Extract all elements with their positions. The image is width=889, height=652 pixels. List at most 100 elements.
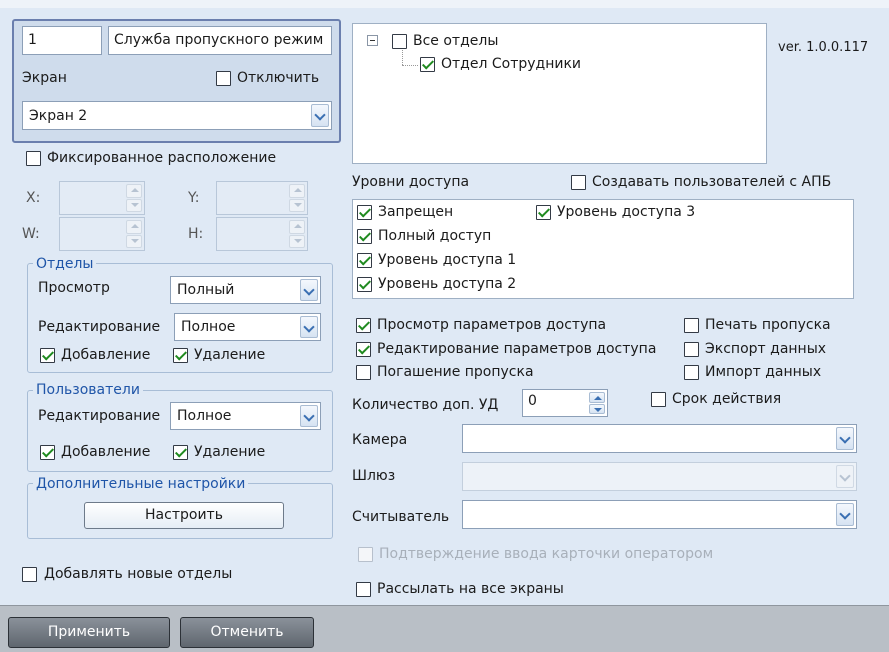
import-data-label: Импорт данных bbox=[705, 364, 822, 380]
access-level-label: Уровень доступа 1 bbox=[378, 252, 517, 268]
send-all-screens-checkbox[interactable] bbox=[356, 582, 371, 597]
spin-down-icon[interactable] bbox=[289, 198, 305, 212]
print-pass-checkbox[interactable] bbox=[684, 318, 699, 333]
chevron-down-icon[interactable] bbox=[836, 503, 854, 526]
departments-view-select[interactable]: Полный bbox=[170, 276, 321, 304]
departments-delete-label: Удаление bbox=[194, 347, 266, 363]
users-delete-label: Удаление bbox=[194, 444, 266, 460]
disable-checkbox[interactable] bbox=[216, 71, 231, 86]
disable-label: Отключить bbox=[237, 70, 320, 86]
departments-edit-label: Редактирование bbox=[38, 319, 161, 335]
spin-up-icon[interactable] bbox=[126, 184, 142, 198]
camera-select[interactable] bbox=[462, 424, 857, 453]
spin-down-icon[interactable] bbox=[289, 234, 305, 248]
departments-title: Отделы bbox=[33, 256, 97, 272]
chevron-down-icon[interactable] bbox=[300, 316, 318, 338]
y-spinner[interactable] bbox=[216, 181, 308, 215]
x-spinner[interactable] bbox=[59, 181, 145, 215]
users-add-label: Добавление bbox=[61, 444, 151, 460]
minus-icon bbox=[370, 40, 375, 41]
version-label: ver. 1.0.0.117 bbox=[778, 40, 869, 55]
access-level-checkbox[interactable] bbox=[357, 229, 372, 244]
chevron-down-icon[interactable] bbox=[836, 427, 854, 450]
chevron-down-icon[interactable] bbox=[311, 104, 329, 127]
spin-down-icon[interactable] bbox=[126, 198, 142, 212]
y-label: Y: bbox=[188, 190, 200, 206]
x-label: X: bbox=[26, 190, 41, 206]
confirm-card-label: Подтверждение ввода карточки оператором bbox=[379, 546, 714, 562]
validity-label: Срок действия bbox=[672, 391, 782, 407]
spin-up-icon[interactable] bbox=[289, 184, 305, 198]
extra-id-label: Количество доп. УД bbox=[352, 397, 499, 413]
edit-access-params-checkbox[interactable] bbox=[356, 342, 371, 357]
extra-id-spinner[interactable]: 0 bbox=[522, 389, 608, 417]
spin-down-icon[interactable] bbox=[589, 403, 605, 414]
all-departments-checkbox[interactable] bbox=[392, 34, 407, 49]
id-input[interactable]: 1 bbox=[22, 26, 102, 55]
departments-edit-select[interactable]: Полное bbox=[174, 313, 321, 341]
reader-label: Считыватель bbox=[352, 509, 450, 525]
access-level-label: Уровень доступа 2 bbox=[378, 276, 517, 292]
export-data-checkbox[interactable] bbox=[684, 342, 699, 357]
departments-view-value: Полный bbox=[177, 282, 235, 298]
send-all-screens-label: Рассылать на все экраны bbox=[377, 581, 564, 597]
access-level-checkbox[interactable] bbox=[357, 205, 372, 220]
validity-checkbox[interactable] bbox=[651, 392, 666, 407]
users-edit-value: Полное bbox=[177, 408, 232, 424]
edit-access-params-label: Редактирование параметров доступа bbox=[377, 341, 657, 357]
camera-label: Камера bbox=[352, 432, 408, 448]
name-input[interactable]: Служба пропускного режим bbox=[108, 26, 332, 55]
extra-settings-title: Дополнительные настройки bbox=[33, 476, 249, 492]
users-add-checkbox[interactable] bbox=[40, 445, 55, 460]
access-level-label: Запрещен bbox=[378, 204, 454, 220]
create-apb-checkbox[interactable] bbox=[571, 175, 586, 190]
screen-label: Экран bbox=[22, 70, 67, 86]
users-title: Пользователи bbox=[33, 382, 143, 398]
chevron-down-icon[interactable] bbox=[300, 279, 318, 301]
spin-up-icon[interactable] bbox=[126, 220, 142, 234]
departments-edit-value: Полное bbox=[181, 319, 236, 335]
gateway-select[interactable] bbox=[462, 462, 857, 491]
create-apb-label: Создавать пользователей с АПБ bbox=[592, 174, 832, 190]
h-label: H: bbox=[188, 226, 204, 242]
users-delete-checkbox[interactable] bbox=[173, 445, 188, 460]
access-levels-title: Уровни доступа bbox=[352, 174, 470, 190]
view-access-params-checkbox[interactable] bbox=[356, 318, 371, 333]
access-level-label: Полный доступ bbox=[378, 228, 492, 244]
all-departments-label[interactable]: Все отделы bbox=[413, 33, 498, 49]
spin-up-icon[interactable] bbox=[289, 220, 305, 234]
add-new-departments-label: Добавлять новые отделы bbox=[44, 566, 233, 582]
configure-button[interactable]: Настроить bbox=[84, 502, 284, 529]
employees-department-label[interactable]: Отдел Сотрудники bbox=[441, 56, 581, 72]
departments-add-label: Добавление bbox=[61, 347, 151, 363]
cancel-button[interactable]: Отменить bbox=[180, 617, 314, 648]
fixed-position-label: Фиксированное расположение bbox=[47, 150, 277, 166]
import-data-checkbox[interactable] bbox=[684, 365, 699, 380]
cancel-pass-checkbox[interactable] bbox=[356, 365, 371, 380]
access-level-label: Уровень доступа 3 bbox=[557, 204, 696, 220]
spin-up-icon[interactable] bbox=[589, 392, 605, 403]
w-spinner[interactable] bbox=[59, 217, 145, 251]
h-spinner[interactable] bbox=[216, 217, 308, 251]
departments-view-label: Просмотр bbox=[38, 280, 110, 296]
add-new-departments-checkbox[interactable] bbox=[22, 567, 37, 582]
users-edit-select[interactable]: Полное bbox=[170, 402, 321, 430]
spin-down-icon[interactable] bbox=[126, 234, 142, 248]
access-level-checkbox[interactable] bbox=[536, 205, 551, 220]
departments-add-checkbox[interactable] bbox=[40, 348, 55, 363]
screen-select-value: Экран 2 bbox=[29, 107, 88, 124]
fixed-position-checkbox[interactable] bbox=[26, 151, 41, 166]
reader-select[interactable] bbox=[462, 500, 857, 529]
view-access-params-label: Просмотр параметров доступа bbox=[377, 317, 607, 333]
access-level-checkbox[interactable] bbox=[357, 253, 372, 268]
top-strip bbox=[0, 0, 889, 8]
chevron-down-icon[interactable] bbox=[300, 405, 318, 427]
access-level-checkbox[interactable] bbox=[357, 277, 372, 292]
departments-delete-checkbox[interactable] bbox=[173, 348, 188, 363]
w-label: W: bbox=[22, 226, 40, 242]
confirm-card-checkbox[interactable] bbox=[358, 547, 373, 562]
apply-button[interactable]: Применить bbox=[8, 617, 170, 648]
employees-department-checkbox[interactable] bbox=[420, 57, 435, 72]
screen-select[interactable]: Экран 2 bbox=[22, 101, 332, 130]
export-data-label: Экспорт данных bbox=[705, 341, 827, 357]
